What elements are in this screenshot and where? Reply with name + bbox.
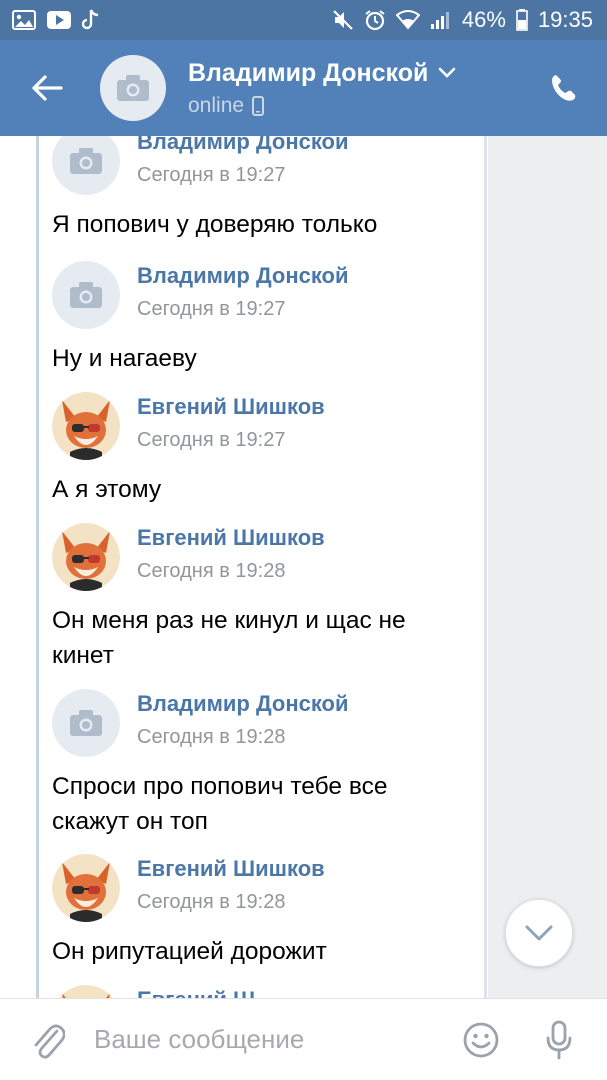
message-author[interactable]: Евгений Шишков <box>137 394 325 420</box>
signal-icon <box>430 10 452 30</box>
message-author[interactable]: Евгений Шишков <box>137 856 325 882</box>
tiktok-icon <box>82 9 100 31</box>
youtube-icon <box>46 10 72 30</box>
message-time: Сегодня в 19:27 <box>137 429 286 451</box>
message-composer <box>0 998 607 1080</box>
camera-icon <box>117 75 149 101</box>
message-author[interactable]: Владимир Донской <box>137 136 349 155</box>
fox-avatar-icon <box>52 523 120 591</box>
avatar[interactable] <box>52 689 120 757</box>
fox-avatar-icon <box>52 854 120 922</box>
card-border <box>484 136 487 998</box>
gallery-icon <box>12 10 36 30</box>
fox-avatar-icon <box>59 985 113 998</box>
clock: 19:35 <box>537 7 593 32</box>
contact-name: Владимир Донской <box>188 58 429 87</box>
phone-icon <box>552 75 576 101</box>
message-text: Я попович у доверяю только <box>52 211 378 238</box>
message-text: Он меня раз не кинул и щас не кинет <box>52 607 406 669</box>
camera-icon <box>70 148 102 174</box>
chevron-down-icon <box>439 67 456 78</box>
contact-info[interactable]: Владимир Донской online <box>188 59 529 118</box>
avatar[interactable] <box>52 136 120 195</box>
message-input[interactable] <box>94 1009 453 1070</box>
message-author[interactable]: Владимир Донской <box>137 263 349 289</box>
mute-icon <box>332 9 354 31</box>
message-author[interactable]: Евгений Шишков <box>137 525 325 551</box>
camera-icon <box>70 710 102 736</box>
quote-line <box>36 136 39 998</box>
scroll-down-button[interactable] <box>505 899 573 967</box>
message-text: А я этому <box>52 476 162 503</box>
status-bar: 46% 19:35 <box>0 0 607 40</box>
chat-header: Владимир Донской online <box>0 40 607 136</box>
camera-icon <box>70 282 102 308</box>
message-time: Сегодня в 19:27 <box>137 298 286 320</box>
message-text: Ну и нагаеву <box>52 345 197 372</box>
paperclip-icon <box>34 1024 65 1059</box>
back-button[interactable] <box>14 40 80 136</box>
battery-percent: 46% <box>461 7 506 32</box>
message-author[interactable]: Евгений Ш <box>137 987 255 998</box>
message-time: Сегодня в 19:28 <box>137 560 286 582</box>
forwarded-messages: Владимир Донской Сегодня в 19:27 Я попов… <box>0 136 488 998</box>
message-time: Сегодня в 19:28 <box>137 726 286 748</box>
status-bar-notifications <box>12 9 100 31</box>
fox-avatar-icon <box>52 392 120 460</box>
message-author[interactable]: Владимир Донской <box>137 691 349 717</box>
alarm-icon <box>364 9 386 31</box>
microphone-icon <box>546 1020 572 1059</box>
contact-avatar[interactable] <box>100 55 166 121</box>
emoji-button[interactable] <box>453 1010 509 1070</box>
status-bar-system: 46% 19:35 <box>332 7 593 33</box>
message-text: Спроси про попович тебе все скажут он то… <box>52 773 388 835</box>
chevron-down-icon <box>525 925 553 941</box>
back-arrow-icon <box>32 75 63 101</box>
chat-area[interactable]: Владимир Донской Сегодня в 19:27 Я попов… <box>0 136 607 998</box>
message-time: Сегодня в 19:27 <box>137 164 286 186</box>
contact-status: online <box>188 93 245 117</box>
voice-message-button[interactable] <box>531 1010 587 1070</box>
attach-button[interactable] <box>20 1010 76 1070</box>
avatar[interactable] <box>52 392 120 460</box>
avatar[interactable] <box>52 261 120 329</box>
mobile-icon <box>252 95 265 116</box>
avatar[interactable] <box>52 523 120 591</box>
message-time: Сегодня в 19:28 <box>137 891 286 913</box>
avatar[interactable] <box>52 985 120 998</box>
battery-icon <box>516 9 528 31</box>
call-button[interactable] <box>529 40 599 136</box>
avatar[interactable] <box>52 854 120 922</box>
message-text: Он рипутацией дорожит <box>52 938 327 965</box>
wifi-icon <box>395 10 420 30</box>
smiley-icon <box>463 1022 499 1057</box>
